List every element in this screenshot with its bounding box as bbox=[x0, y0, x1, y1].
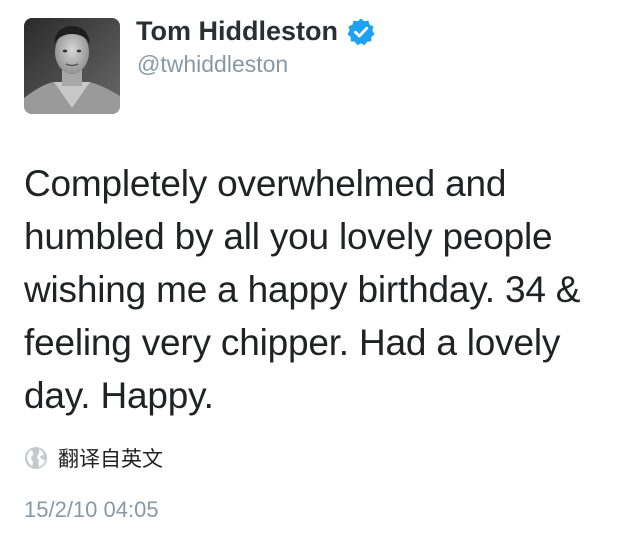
avatar[interactable] bbox=[24, 18, 120, 114]
avatar-photo bbox=[24, 18, 120, 114]
tweet-text: Completely overwhelmed and humbled by al… bbox=[24, 163, 581, 416]
translate-label: 翻译自英文 bbox=[58, 447, 163, 471]
user-handle[interactable]: @twhiddleston bbox=[137, 51, 288, 78]
verified-badge-icon bbox=[346, 17, 376, 47]
display-name-text: Tom Hiddleston bbox=[136, 16, 338, 46]
translate-tweet-link[interactable]: 翻译自英文 bbox=[24, 443, 163, 473]
display-name[interactable]: Tom Hiddleston bbox=[136, 16, 376, 47]
tweet-timestamp[interactable]: 15/2/10 04:05 bbox=[24, 497, 159, 523]
globe-icon bbox=[24, 446, 48, 470]
